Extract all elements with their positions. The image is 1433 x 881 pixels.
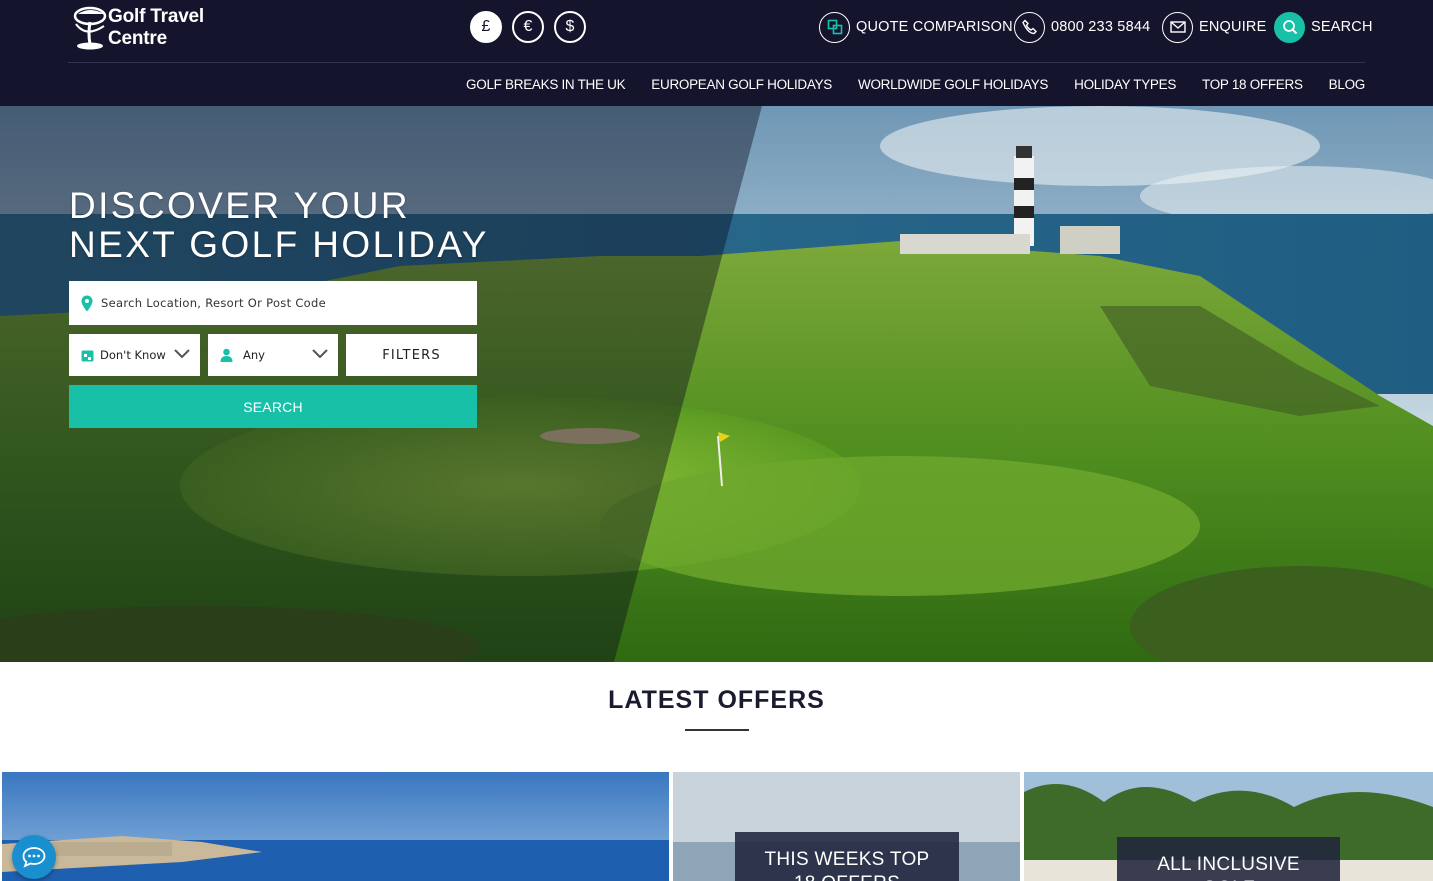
offer-card-label: ALL INCLUSIVE GOLF (1117, 837, 1340, 881)
offer-card[interactable] (2, 772, 669, 881)
currency-gbp-button[interactable]: £ (470, 11, 502, 43)
date-select-value: Don't Know (100, 348, 166, 362)
map-pin-icon (81, 295, 93, 311)
offer-card-image (2, 772, 669, 881)
logo[interactable]: Golf Travel Centre (68, 4, 268, 52)
nav-item-uk[interactable]: GOLF BREAKS IN THE UK (466, 77, 626, 92)
phone-link[interactable]: 0800 233 5844 (1014, 11, 1150, 43)
main-nav: GOLF BREAKS IN THE UK EUROPEAN GOLF HOLI… (466, 63, 1365, 106)
currency-eur-button[interactable]: € (512, 11, 544, 43)
date-select[interactable]: Don't Know (69, 334, 200, 376)
person-icon (220, 348, 233, 362)
calendar-icon (81, 350, 94, 361)
latest-offers-heading: LATEST OFFERS (608, 686, 825, 714)
currency-usd-button[interactable]: $ (554, 11, 586, 43)
guests-select-value: Any (243, 348, 265, 362)
phone-icon (1014, 11, 1045, 43)
quote-comparison-link[interactable]: QUOTE COMPARISON (819, 11, 1013, 43)
site-header: Golf Travel Centre £ € $ QUOTE COMPARISO… (0, 0, 1433, 106)
location-search-input[interactable] (101, 296, 461, 310)
chat-icon (22, 847, 46, 868)
offer-card[interactable]: ALL INCLUSIVE GOLF (1024, 772, 1433, 881)
filters-button[interactable]: FILTERS (346, 334, 477, 376)
logo-golfer-icon (73, 6, 107, 50)
nav-item-blog[interactable]: BLOG (1329, 77, 1366, 92)
search-label: SEARCH (1311, 19, 1373, 35)
hero: DISCOVER YOUR NEXT GOLF HOLIDAY Don't Kn… (0, 106, 1433, 662)
nav-item-top-offers[interactable]: TOP 18 OFFERS (1202, 77, 1303, 92)
hero-search-button[interactable]: SEARCH (69, 385, 477, 428)
search-link[interactable]: SEARCH (1274, 11, 1373, 43)
offer-card-label: THIS WEEKS TOP 18 OFFERS (735, 832, 959, 881)
enquire-label: ENQUIRE (1199, 19, 1267, 35)
quote-comparison-label: QUOTE COMPARISON (856, 19, 1013, 35)
chevron-down-icon (174, 349, 190, 359)
enquire-link[interactable]: ENQUIRE (1162, 11, 1266, 43)
heading-underline (685, 729, 749, 731)
nav-item-european[interactable]: EUROPEAN GOLF HOLIDAYS (651, 77, 832, 92)
offer-card[interactable]: THIS WEEKS TOP 18 OFFERS (673, 772, 1020, 881)
compare-icon (819, 11, 850, 43)
chevron-down-icon (312, 349, 328, 359)
nav-item-worldwide[interactable]: WORLDWIDE GOLF HOLIDAYS (858, 77, 1048, 92)
phone-number: 0800 233 5844 (1051, 19, 1151, 35)
location-search-box[interactable] (69, 281, 477, 325)
nav-item-holiday-types[interactable]: HOLIDAY TYPES (1074, 77, 1176, 92)
chat-button[interactable] (12, 835, 56, 879)
brand-name: Golf Travel Centre (108, 6, 205, 49)
guests-select[interactable]: Any (208, 334, 338, 376)
search-icon (1274, 11, 1305, 43)
hero-title: DISCOVER YOUR NEXT GOLF HOLIDAY (69, 185, 489, 265)
mail-icon (1162, 11, 1193, 43)
